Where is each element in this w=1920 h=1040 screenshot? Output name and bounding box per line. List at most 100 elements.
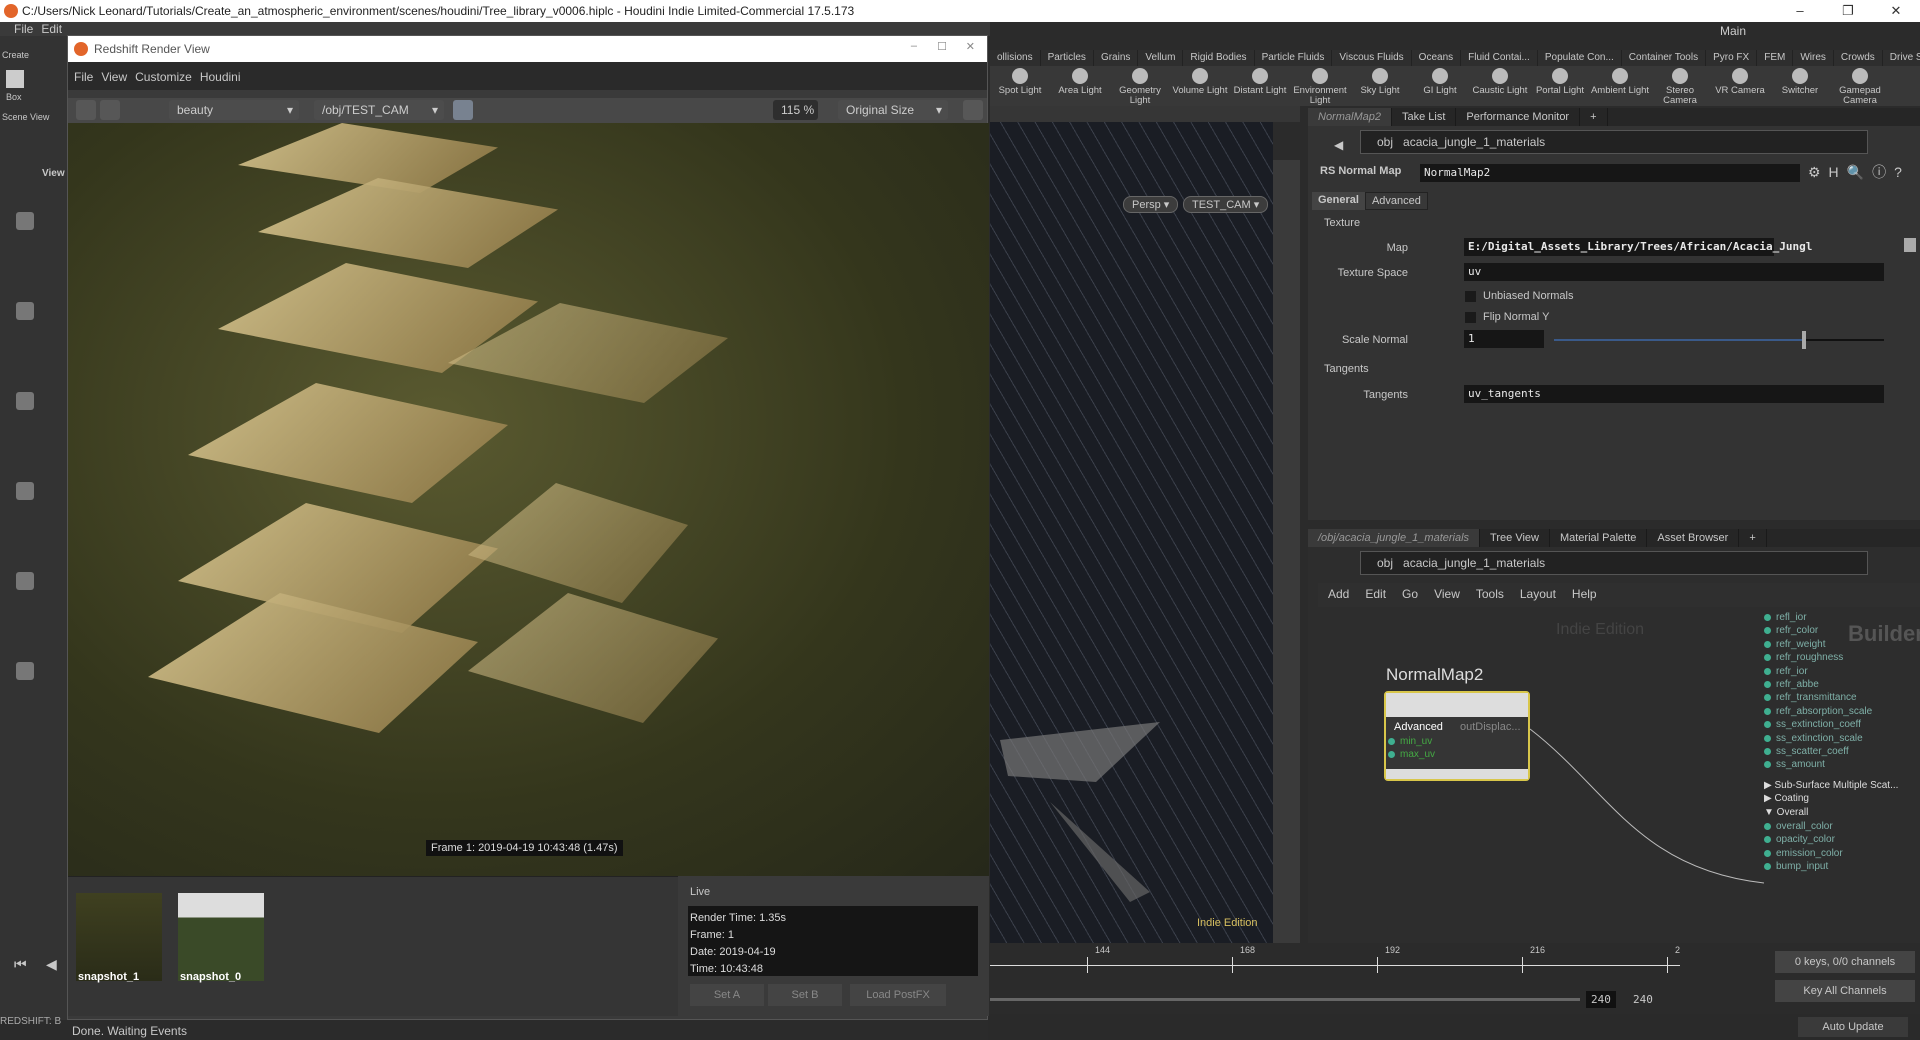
material-port-group[interactable]: ▶ Coating bbox=[1764, 793, 1809, 804]
scale-tool-icon[interactable] bbox=[16, 482, 34, 500]
rv-minimize-button[interactable]: – bbox=[911, 40, 917, 52]
close-button[interactable]: ✕ bbox=[1876, 0, 1916, 22]
shelf-tool-sky-light[interactable]: Sky Light bbox=[1350, 66, 1410, 106]
material-input-port[interactable]: refr_weight bbox=[1764, 638, 1825, 651]
shelf-tab[interactable]: Pyro FX bbox=[1706, 50, 1758, 66]
size-mode-select[interactable]: Original Size ▾ bbox=[838, 100, 948, 120]
unbiased-normals-checkbox[interactable] bbox=[1465, 291, 1476, 302]
material-input-port[interactable]: ss_amount bbox=[1764, 758, 1825, 771]
shelf-tab[interactable]: Vellum bbox=[1138, 50, 1184, 66]
file-browse-icon[interactable] bbox=[1904, 238, 1916, 252]
persp-menu[interactable]: Persp ▾ bbox=[1123, 196, 1179, 213]
shelf-tab[interactable]: Oceans bbox=[1412, 50, 1462, 66]
material-input-port[interactable]: emission_color bbox=[1764, 847, 1843, 860]
maximize-button[interactable]: ❐ bbox=[1828, 0, 1868, 22]
material-input-port[interactable]: refr_transmittance bbox=[1764, 691, 1857, 704]
shelf-tool-stereo-camera[interactable]: Stereo Camera bbox=[1650, 66, 1710, 106]
param-path-bar[interactable]: obj acacia_jungle_1_materials bbox=[1360, 130, 1868, 154]
tab-scene-view[interactable]: Scene View bbox=[2, 112, 49, 122]
back-icon[interactable]: ◀ bbox=[1334, 138, 1343, 152]
zoom-field[interactable]: 115 % bbox=[773, 100, 818, 120]
shelf-tab[interactable]: FEM bbox=[1757, 50, 1794, 66]
scene-viewport[interactable]: Persp ▾ TEST_CAM ▾ Indie Edition bbox=[990, 122, 1273, 943]
select-tool-icon[interactable] bbox=[16, 212, 34, 230]
rv-close-button[interactable]: ✕ bbox=[966, 40, 975, 53]
camera-select[interactable]: /obj/TEST_CAM ▾ bbox=[314, 100, 444, 120]
tab-normalmap2[interactable]: NormalMap2 bbox=[1308, 108, 1392, 126]
shelf-tab[interactable]: Drive Simula... bbox=[1883, 50, 1920, 66]
handle-tool-icon[interactable] bbox=[16, 572, 34, 590]
material-input-port[interactable]: refr_roughness bbox=[1764, 651, 1843, 664]
camera-menu[interactable]: TEST_CAM ▾ bbox=[1183, 196, 1269, 213]
desktop-selector[interactable]: Main bbox=[1720, 24, 1746, 38]
shelf-tool-spot-light[interactable]: Spot Light bbox=[990, 66, 1050, 106]
global-end-field[interactable]: 240 bbox=[1628, 991, 1658, 1008]
tab-create[interactable]: Create bbox=[2, 50, 29, 60]
tab-advanced[interactable]: Advanced bbox=[1364, 192, 1428, 210]
move-tool-icon[interactable] bbox=[16, 302, 34, 320]
shelf-tab[interactable]: Particle Fluids bbox=[1255, 50, 1333, 66]
material-input-port[interactable]: refr_absorption_scale bbox=[1764, 705, 1872, 718]
material-input-port[interactable]: refr_color bbox=[1764, 624, 1818, 637]
material-input-port[interactable]: refr_abbe bbox=[1764, 678, 1819, 691]
render-image[interactable] bbox=[68, 123, 989, 876]
path-obj[interactable]: obj bbox=[1377, 135, 1393, 149]
map-field[interactable]: E:/Digital_Assets_Library/Trees/African/… bbox=[1464, 238, 1812, 256]
shelf-tool-gi-light[interactable]: GI Light bbox=[1410, 66, 1470, 106]
keys-channels-display[interactable]: 0 keys, 0/0 channels bbox=[1775, 951, 1915, 973]
range-slider[interactable] bbox=[990, 998, 1580, 1001]
range-end-field[interactable]: 240 bbox=[1586, 991, 1616, 1008]
shelf-tool-gamepad-camera[interactable]: Gamepad Camera bbox=[1830, 66, 1890, 106]
material-port-group[interactable]: ▶ Sub-Surface Multiple Scat... bbox=[1764, 780, 1898, 791]
shelf-tab[interactable]: Rigid Bodies bbox=[1183, 50, 1255, 66]
play-start-icon[interactable]: ⏮ bbox=[14, 956, 27, 973]
rv-menu-file[interactable]: File bbox=[74, 70, 93, 84]
load-postfx-button[interactable]: Load PostFX bbox=[850, 984, 946, 1006]
shelf-tool-distant-light[interactable]: Distant Light bbox=[1230, 66, 1290, 106]
shelf-tab[interactable]: Particles bbox=[1041, 50, 1094, 66]
rotate-tool-icon[interactable] bbox=[16, 392, 34, 410]
shelf-tool-vr-camera[interactable]: VR Camera bbox=[1710, 66, 1770, 106]
node-name-field[interactable]: NormalMap2 bbox=[1420, 164, 1800, 182]
tab-performance-monitor[interactable]: Performance Monitor bbox=[1456, 108, 1581, 126]
key-all-channels-button[interactable]: Key All Channels bbox=[1775, 980, 1915, 1002]
snapshot-thumbnail[interactable]: snapshot_0 bbox=[178, 893, 264, 983]
material-port-group[interactable]: ▼ Overall bbox=[1764, 807, 1808, 818]
shelf-tool-portal-light[interactable]: Portal Light bbox=[1530, 66, 1590, 106]
shelf-tool-caustic-light[interactable]: Caustic Light bbox=[1470, 66, 1530, 106]
material-input-port[interactable]: opacity_color bbox=[1764, 833, 1835, 846]
shelf-tab[interactable]: Crowds bbox=[1834, 50, 1883, 66]
box-icon[interactable] bbox=[6, 70, 24, 88]
node-action-icons[interactable]: ⚙H🔍ⓘ? bbox=[1808, 162, 1910, 182]
material-input-port[interactable]: bump_input bbox=[1764, 860, 1828, 873]
shelf-tool-environment-light[interactable]: Environment Light bbox=[1290, 66, 1350, 106]
shelf-tool-geometry-light[interactable]: Geometry Light bbox=[1110, 66, 1170, 106]
shelf-tab[interactable]: Container Tools bbox=[1622, 50, 1707, 66]
shelf-tab[interactable]: Viscous Fluids bbox=[1332, 50, 1412, 66]
slider-handle[interactable] bbox=[1801, 331, 1806, 349]
set-a-button[interactable]: Set A bbox=[690, 984, 764, 1006]
set-b-button[interactable]: Set B bbox=[768, 984, 842, 1006]
auto-update-menu[interactable]: Auto Update bbox=[1798, 1017, 1908, 1037]
shelf-tool-ambient-light[interactable]: Ambient Light bbox=[1590, 66, 1650, 106]
shelf-tab[interactable]: Fluid Contai... bbox=[1461, 50, 1538, 66]
shelf-tab[interactable]: Populate Con... bbox=[1538, 50, 1622, 66]
material-input-port[interactable]: refl_ior bbox=[1764, 611, 1807, 624]
render-stop-icon[interactable] bbox=[100, 100, 120, 120]
material-input-port[interactable]: ss_extinction_scale bbox=[1764, 732, 1863, 745]
tangents-field[interactable]: uv_tangents bbox=[1464, 385, 1884, 403]
shelf-tab[interactable]: Wires bbox=[1793, 50, 1834, 66]
tab-general[interactable]: General bbox=[1312, 192, 1365, 210]
path-materials[interactable]: acacia_jungle_1_materials bbox=[1403, 135, 1545, 149]
region-icon[interactable] bbox=[453, 100, 473, 120]
rv-menu-view[interactable]: View bbox=[101, 70, 127, 84]
play-back-icon[interactable]: ◀ bbox=[46, 956, 57, 973]
add-tab-button[interactable]: + bbox=[1580, 108, 1608, 126]
camera-tool-icon[interactable] bbox=[16, 662, 34, 680]
tab-take-list[interactable]: Take List bbox=[1392, 108, 1457, 126]
render-clapper-icon[interactable] bbox=[76, 100, 96, 120]
rv-menu-houdini[interactable]: Houdini bbox=[200, 70, 241, 84]
shelf-tool-volume-light[interactable]: Volume Light bbox=[1170, 66, 1230, 106]
material-input-port[interactable]: overall_color bbox=[1764, 820, 1833, 833]
material-input-port[interactable]: ss_scatter_coeff bbox=[1764, 745, 1849, 758]
